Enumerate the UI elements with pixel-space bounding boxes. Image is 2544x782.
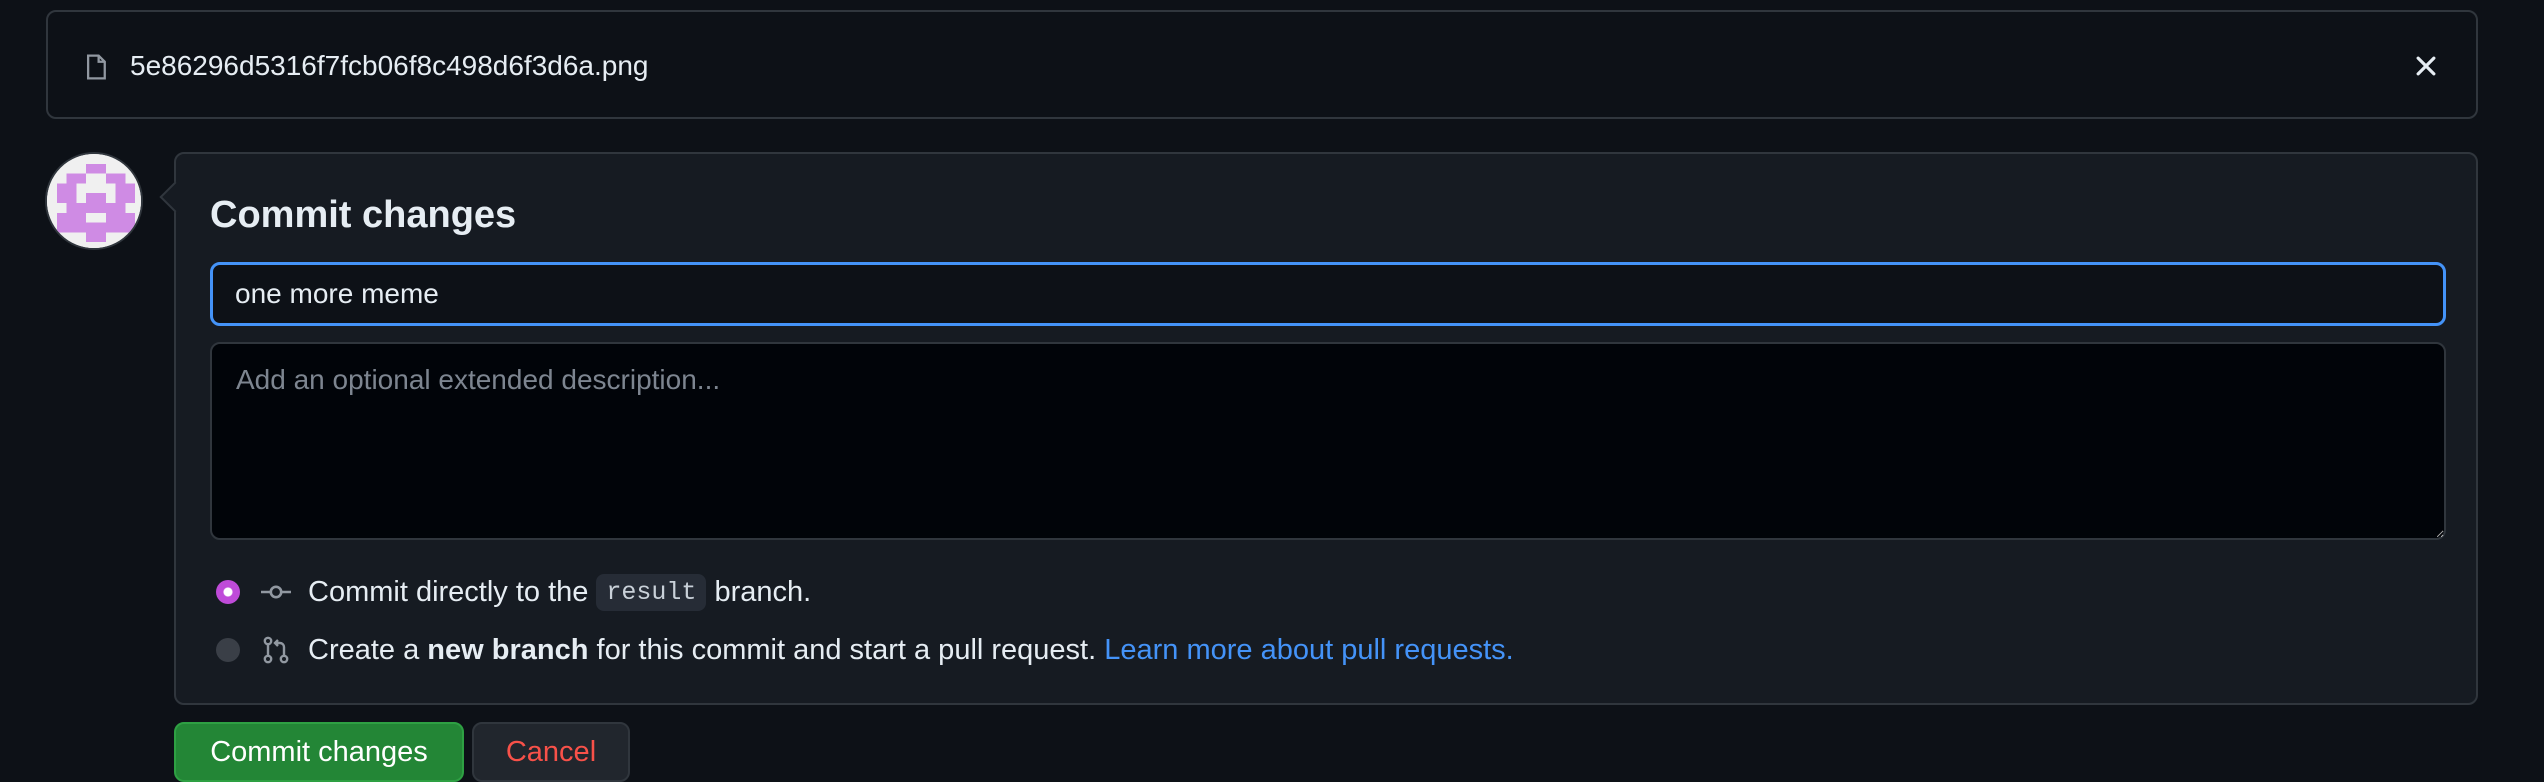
new-branch-radio[interactable]: [216, 638, 240, 662]
cancel-button[interactable]: Cancel: [472, 722, 630, 782]
commit-form: Commit changes Commit directly to the re…: [159, 152, 2478, 705]
commit-directly-text-after: branch.: [714, 575, 812, 608]
new-branch-bold: new branch: [427, 633, 589, 666]
branch-name: result: [596, 573, 707, 611]
new-branch-text-after: for this commit and start a pull request…: [596, 633, 1097, 666]
file-icon: [86, 54, 106, 80]
commit-directly-text: Commit directly to the: [308, 575, 589, 608]
learn-more-pull-requests-link[interactable]: Learn more about pull requests.: [1104, 634, 1513, 667]
speech-caret: [159, 181, 191, 213]
git-commit-icon: [261, 585, 291, 599]
new-branch-text-before: Create a: [308, 633, 420, 666]
commit-description-textarea[interactable]: [210, 342, 2446, 540]
commit-directly-option[interactable]: Commit directly to the result branch.: [216, 572, 811, 612]
commit-changes-button[interactable]: Commit changes: [174, 722, 464, 782]
close-icon[interactable]: [2412, 52, 2440, 80]
new-branch-option[interactable]: Create a new branch for this commit and …: [216, 630, 1514, 670]
commit-title: Commit changes: [210, 194, 517, 236]
commit-directly-radio[interactable]: [216, 580, 240, 604]
avatar[interactable]: [45, 152, 143, 250]
file-name: 5e86296d5316f7fcb06f8c498d6f3d6a.png: [130, 50, 649, 81]
git-pull-request-icon: [263, 636, 289, 664]
commit-summary-input[interactable]: [210, 262, 2446, 326]
file-header: 5e86296d5316f7fcb06f8c498d6f3d6a.png: [46, 10, 2478, 119]
